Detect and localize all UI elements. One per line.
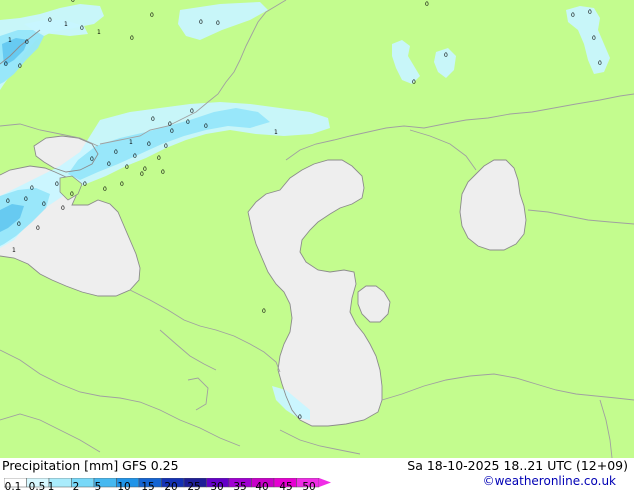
precipitation-value: 0 <box>107 161 111 168</box>
legend-tick-label: 40 <box>255 481 269 493</box>
precipitation-value: 0 <box>588 9 592 16</box>
legend-tick-label: 5 <box>94 481 102 493</box>
precipitation-value: 0 <box>151 116 155 123</box>
legend-tick-label: 1 <box>47 481 55 493</box>
precipitation-value: 0 <box>4 61 8 68</box>
precipitation-value: 0 <box>30 185 34 192</box>
precipitation-value: 0 <box>61 205 65 212</box>
legend-tick-label: 35 <box>233 481 247 493</box>
precipitation-value: 0 <box>25 39 29 46</box>
precipitation-value: 0 <box>83 181 87 188</box>
precipitation-value: 0 <box>80 25 84 32</box>
precipitation-value: 0 <box>133 153 137 160</box>
legend-tick-label: 50 <box>302 481 316 493</box>
credit-link[interactable]: ©weatheronline.co.uk <box>483 474 616 488</box>
precipitation-value: 0 <box>114 149 118 156</box>
precipitation-value: 0 <box>42 201 46 208</box>
precipitation-value: 1 <box>97 29 101 36</box>
precipitation-value: 1 <box>12 247 16 254</box>
precipitation-value: 0 <box>36 225 40 232</box>
precipitation-value: 0 <box>598 60 602 67</box>
legend-tick-label: 30 <box>210 481 224 493</box>
precipitation-value: 0 <box>157 155 161 162</box>
precipitation-value: 0 <box>130 35 134 42</box>
precipitation-value: 0 <box>150 12 154 19</box>
precipitation-value: 0 <box>262 308 266 315</box>
legend-tick-label: 15 <box>141 481 155 493</box>
precipitation-map: 1100010000000000000000001001000000000000… <box>0 0 634 459</box>
precipitation-value: 0 <box>571 12 575 19</box>
precipitation-value: 1 <box>64 21 68 28</box>
precipitation-value: 0 <box>140 171 144 178</box>
precipitation-value: 0 <box>18 63 22 70</box>
precipitation-value: 0 <box>161 169 165 176</box>
map-title: Precipitation [mm] GFS 0.25 <box>2 458 179 473</box>
legend-tick-label: 0.5 <box>28 481 46 493</box>
precipitation-value: 0 <box>70 191 74 198</box>
precipitation-value: 0 <box>120 181 124 188</box>
map-canvas: 11000100000 0000 0000000 001001 0 000 0 0 00 0000… <box>0 0 634 459</box>
precipitation-value: 1 <box>129 139 133 146</box>
precipitation-value: 0 <box>164 143 168 150</box>
precipitation-value: 0 <box>412 79 416 86</box>
precipitation-value: 0 <box>216 20 220 27</box>
legend-tick-label: 25 <box>187 481 201 493</box>
precipitation-value: 0 <box>199 19 203 26</box>
map-footer: Precipitation [mm] GFS 0.25 Sa 18-10-202… <box>0 458 634 493</box>
legend-tick-label: 45 <box>279 481 293 493</box>
precipitation-value: 0 <box>204 123 208 130</box>
precipitation-value: 0 <box>71 0 75 4</box>
valid-time: Sa 18-10-2025 18..21 UTC (12+09) <box>407 458 628 473</box>
precipitation-value: 0 <box>190 108 194 115</box>
legend-tick-label: 20 <box>164 481 178 493</box>
precipitation-value: 0 <box>298 414 302 421</box>
precipitation-value: 0 <box>90 156 94 163</box>
precipitation-value: 0 <box>48 17 52 24</box>
legend-arrow-icon <box>319 478 331 487</box>
precipitation-value: 0 <box>55 181 59 188</box>
precipitation-value: 0 <box>425 1 429 8</box>
precipitation-value: 1 <box>8 37 12 44</box>
precipitation-value: 1 <box>274 129 278 136</box>
precipitation-value: 0 <box>168 121 172 128</box>
precipitation-value: 0 <box>6 198 10 205</box>
precipitation-value: 0 <box>125 164 129 171</box>
legend-tick-label: 0.1 <box>4 481 22 493</box>
precipitation-value: 0 <box>444 52 448 59</box>
precipitation-value: 0 <box>17 221 21 228</box>
precipitation-value: 0 <box>170 128 174 135</box>
precipitation-value: 0 <box>186 119 190 126</box>
precipitation-value: 0 <box>103 186 107 193</box>
precipitation-value: 0 <box>24 196 28 203</box>
precipitation-value: 0 <box>147 141 151 148</box>
legend-tick-label: 10 <box>117 481 131 493</box>
precipitation-value: 0 <box>592 35 596 42</box>
legend-tick-label: 2 <box>72 481 80 493</box>
